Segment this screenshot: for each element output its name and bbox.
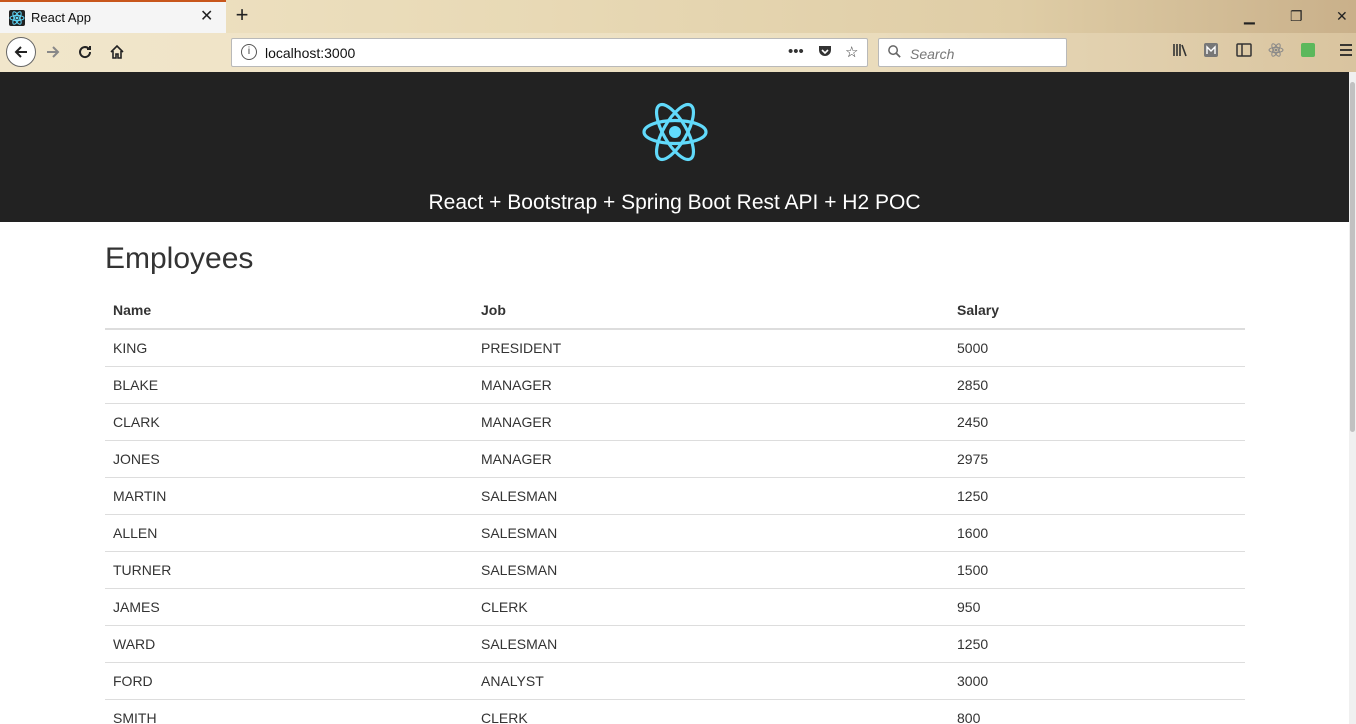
app-title: React + Bootstrap + Spring Boot Rest API… (428, 191, 921, 214)
page-actions-icon[interactable]: ••• (788, 43, 804, 60)
cell-salary: 1250 (949, 477, 1245, 515)
navigation-toolbar: i localhost:3000 ••• ☆ Search (0, 33, 1356, 73)
table-row: KING PRESIDENT 5000 (105, 329, 1245, 367)
cell-name: BLAKE (105, 366, 473, 404)
column-header-name: Name (105, 292, 473, 330)
scrollbar-thumb[interactable] (1350, 82, 1355, 432)
cell-job: SALESMAN (473, 551, 949, 589)
cell-salary: 2850 (949, 366, 1245, 404)
bookmark-star-icon[interactable]: ☆ (845, 43, 858, 61)
table-row: SMITH CLERK 800 (105, 699, 1245, 724)
cell-salary: 950 (949, 588, 1245, 626)
cell-name: CLARK (105, 403, 473, 441)
cell-job: ANALYST (473, 662, 949, 700)
cell-salary: 2975 (949, 440, 1245, 478)
table-row: BLAKE MANAGER 2850 (105, 366, 1245, 404)
back-button[interactable] (6, 37, 36, 67)
column-header-salary: Salary (949, 292, 1245, 330)
cell-salary: 2450 (949, 403, 1245, 441)
app-header: React + Bootstrap + Spring Boot Rest API… (0, 72, 1349, 222)
react-logo-icon (642, 102, 708, 162)
table-row: WARD SALESMAN 1250 (105, 625, 1245, 663)
search-placeholder: Search (910, 46, 955, 62)
cell-salary: 5000 (949, 329, 1245, 367)
table-row: CLARK MANAGER 2450 (105, 403, 1245, 441)
new-tab-button[interactable]: + (231, 3, 253, 27)
cell-name: JONES (105, 440, 473, 478)
vertical-scrollbar[interactable] (1349, 72, 1356, 724)
search-icon (887, 44, 902, 62)
tab-close-icon[interactable]: ✕ (200, 8, 213, 26)
cell-job: SALESMAN (473, 625, 949, 663)
tab-title: React App (31, 10, 91, 25)
cell-salary: 800 (949, 699, 1245, 724)
employees-table: Name Job Salary KING PRESIDENT 5000 BLAKE MA… (105, 292, 1245, 724)
column-header-job: Job (473, 292, 949, 330)
cell-name: JAMES (105, 588, 473, 626)
restore-icon[interactable]: ❐ (1290, 8, 1303, 25)
sidebar-icon[interactable] (1236, 42, 1252, 62)
cell-job: SALESMAN (473, 514, 949, 552)
cell-job: MANAGER (473, 366, 949, 404)
cell-job: PRESIDENT (473, 329, 949, 367)
home-icon (110, 44, 124, 59)
react-devtools-icon[interactable] (1268, 42, 1284, 62)
page-viewport: React + Bootstrap + Spring Boot Rest API… (0, 72, 1349, 724)
cell-salary: 1250 (949, 625, 1245, 663)
tab-strip: React App ✕ + ▁ ❐ ✕ (0, 0, 1356, 33)
back-arrow-icon (14, 46, 27, 58)
window-close-icon[interactable]: ✕ (1336, 8, 1348, 25)
hamburger-menu-icon[interactable] (1338, 42, 1354, 62)
cell-job: MANAGER (473, 440, 949, 478)
table-header-row: Name Job Salary (105, 292, 1245, 330)
table-row: JONES MANAGER 2975 (105, 440, 1245, 478)
cell-job: CLERK (473, 588, 949, 626)
cell-job: MANAGER (473, 403, 949, 441)
table-row: JAMES CLERK 950 (105, 588, 1245, 626)
cell-name: TURNER (105, 551, 473, 589)
table-row: MARTIN SALESMAN 1250 (105, 477, 1245, 515)
cell-name: SMITH (105, 699, 473, 724)
library-icon[interactable] (1172, 42, 1189, 62)
info-icon[interactable]: i (241, 44, 257, 60)
cell-name: WARD (105, 625, 473, 663)
pocket-icon[interactable] (817, 43, 833, 63)
cell-name: ALLEN (105, 514, 473, 552)
reload-icon (79, 46, 92, 59)
cell-salary: 1500 (949, 551, 1245, 589)
cell-salary: 1600 (949, 514, 1245, 552)
cell-job: SALESMAN (473, 477, 949, 515)
forward-button[interactable] (38, 37, 68, 67)
forward-arrow-icon (47, 46, 60, 58)
cors-extension-icon[interactable] (1300, 42, 1316, 62)
cell-name: KING (105, 329, 473, 367)
browser-tab[interactable]: React App ✕ (0, 0, 226, 33)
cell-name: MARTIN (105, 477, 473, 515)
table-row: TURNER SALESMAN 1500 (105, 551, 1245, 589)
search-bar[interactable]: Search (878, 38, 1067, 67)
table-row: FORD ANALYST 3000 (105, 662, 1245, 700)
extension-m-icon[interactable] (1203, 42, 1219, 62)
home-button[interactable] (102, 37, 132, 67)
minimize-icon[interactable]: ▁ (1244, 8, 1255, 25)
react-favicon-icon (9, 10, 25, 26)
reload-button[interactable] (70, 37, 100, 67)
page-title: Employees (105, 242, 254, 275)
cell-job: CLERK (473, 699, 949, 724)
url-text[interactable]: localhost:3000 (265, 45, 355, 61)
cell-salary: 3000 (949, 662, 1245, 700)
address-bar[interactable]: i localhost:3000 ••• ☆ (231, 38, 868, 67)
cell-name: FORD (105, 662, 473, 700)
table-row: ALLEN SALESMAN 1600 (105, 514, 1245, 552)
